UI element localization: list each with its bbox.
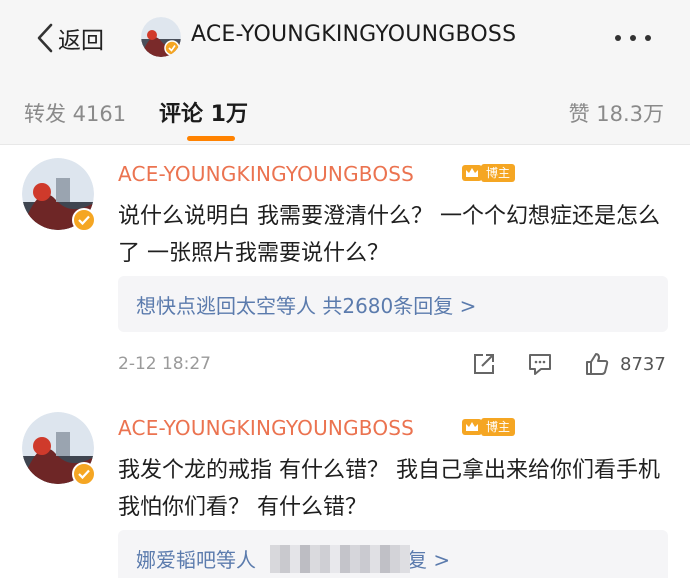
verified-icon xyxy=(72,208,96,232)
crown-icon xyxy=(462,419,482,435)
censored-mosaic xyxy=(270,545,410,573)
reply-summary-text: 想快点逃回太空等人 共2680条回复 > xyxy=(136,294,477,318)
more-icon[interactable] xyxy=(611,24,655,52)
tab-like[interactable]: 赞 18.3万 xyxy=(569,98,664,128)
comment-time: 2-12 18:27 xyxy=(118,354,211,374)
comment-username[interactable]: ACE-YOUNGKINGYOUNGBOSS xyxy=(118,416,414,440)
verified-icon xyxy=(72,462,96,486)
comment-text: 我发个龙的戒指 有什么错？ 我自己拿出来给你们看手机我怕你们看？ 有什么错？ xyxy=(118,458,660,520)
badge-label: 博主 xyxy=(481,418,516,436)
active-tab-indicator xyxy=(187,136,235,141)
share-icon[interactable] xyxy=(470,350,498,378)
header-avatar[interactable] xyxy=(141,17,181,57)
tab-bar: 转发 4161 评论 1万 赞 18.3万 xyxy=(0,76,690,144)
page-title: ACE-YOUNGKINGYOUNGBOSS xyxy=(191,22,517,47)
reply-summary-prefix: 娜爱韬吧等人 xyxy=(136,548,256,572)
divider xyxy=(0,144,690,145)
comment-username[interactable]: ACE-YOUNGKINGYOUNGBOSS xyxy=(118,162,414,186)
tab-comment[interactable]: 评论 1万 xyxy=(159,96,248,128)
chevron-left-icon xyxy=(37,23,53,53)
comment-icon[interactable] xyxy=(526,350,554,378)
avatar[interactable] xyxy=(22,412,96,486)
comment-item: ACE-YOUNGKINGYOUNGBOSS 博主 说什么说明白 我需要澄清什么… xyxy=(0,158,690,388)
author-badge: 博主 xyxy=(461,416,516,438)
comment-meta: 2-12 18:27 8737 xyxy=(0,350,690,380)
reply-summary[interactable]: 想快点逃回太空等人 共2680条回复 > xyxy=(118,276,668,332)
back-label: 返回 xyxy=(58,28,104,54)
tab-repost[interactable]: 转发 4161 xyxy=(24,98,126,128)
author-badge: 博主 xyxy=(461,162,516,184)
avatar[interactable] xyxy=(22,158,96,232)
top-nav-bar: 返回 ACE-YOUNGKINGYOUNGBOSS xyxy=(0,0,690,76)
like-icon[interactable] xyxy=(583,350,611,378)
crown-icon xyxy=(462,165,482,181)
back-button[interactable]: 返回 xyxy=(34,20,104,56)
comment-text: 说什么说明白 我需要澄清什么？ 一个个幻想症还是怎么了 一张照片我需要说什么？ xyxy=(118,204,660,266)
like-count: 8737 xyxy=(620,354,666,375)
badge-label: 博主 xyxy=(481,164,516,182)
reply-summary-suffix: 复 > xyxy=(407,548,451,572)
